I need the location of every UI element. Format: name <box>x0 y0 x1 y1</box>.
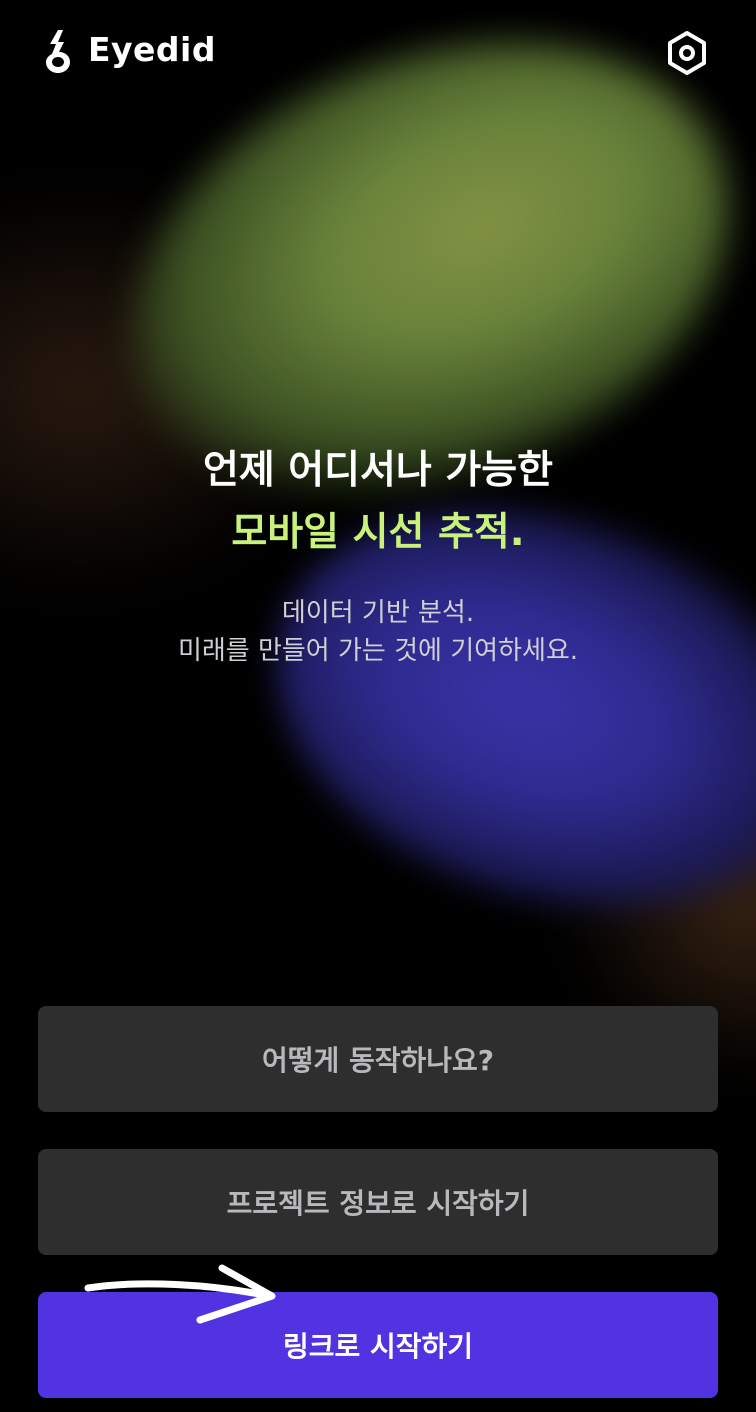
header: Eyedid <box>0 0 756 104</box>
hero-subtitle: 데이터 기반 분석. 미래를 만들어 가는 것에 기여하세요. <box>0 594 756 670</box>
hero-title-line2: 모바일 시선 추적. <box>231 510 525 555</box>
how-it-works-button[interactable]: 어떻게 동작하나요? <box>38 1006 718 1112</box>
hero-subtitle-line1: 데이터 기반 분석. <box>281 598 475 628</box>
gear-icon[interactable] <box>664 30 710 76</box>
app-name: Eyedid <box>88 30 216 69</box>
app-screen: Eyedid 언제 어디서나 가능한 모바일 시선 추적. 데이터 기반 분석.… <box>0 0 756 1412</box>
eyedid-logo-icon <box>46 30 70 73</box>
start-with-link-button[interactable]: 링크로 시작하기 <box>38 1292 718 1398</box>
hero-subtitle-line2: 미래를 만들어 가는 것에 기여하세요. <box>177 636 579 666</box>
hero-section: 언제 어디서나 가능한 모바일 시선 추적. 데이터 기반 분석. 미래를 만들… <box>0 440 756 670</box>
start-with-project-button[interactable]: 프로젝트 정보로 시작하기 <box>38 1149 718 1255</box>
hero-title-line1: 언제 어디서나 가능한 <box>202 448 554 493</box>
